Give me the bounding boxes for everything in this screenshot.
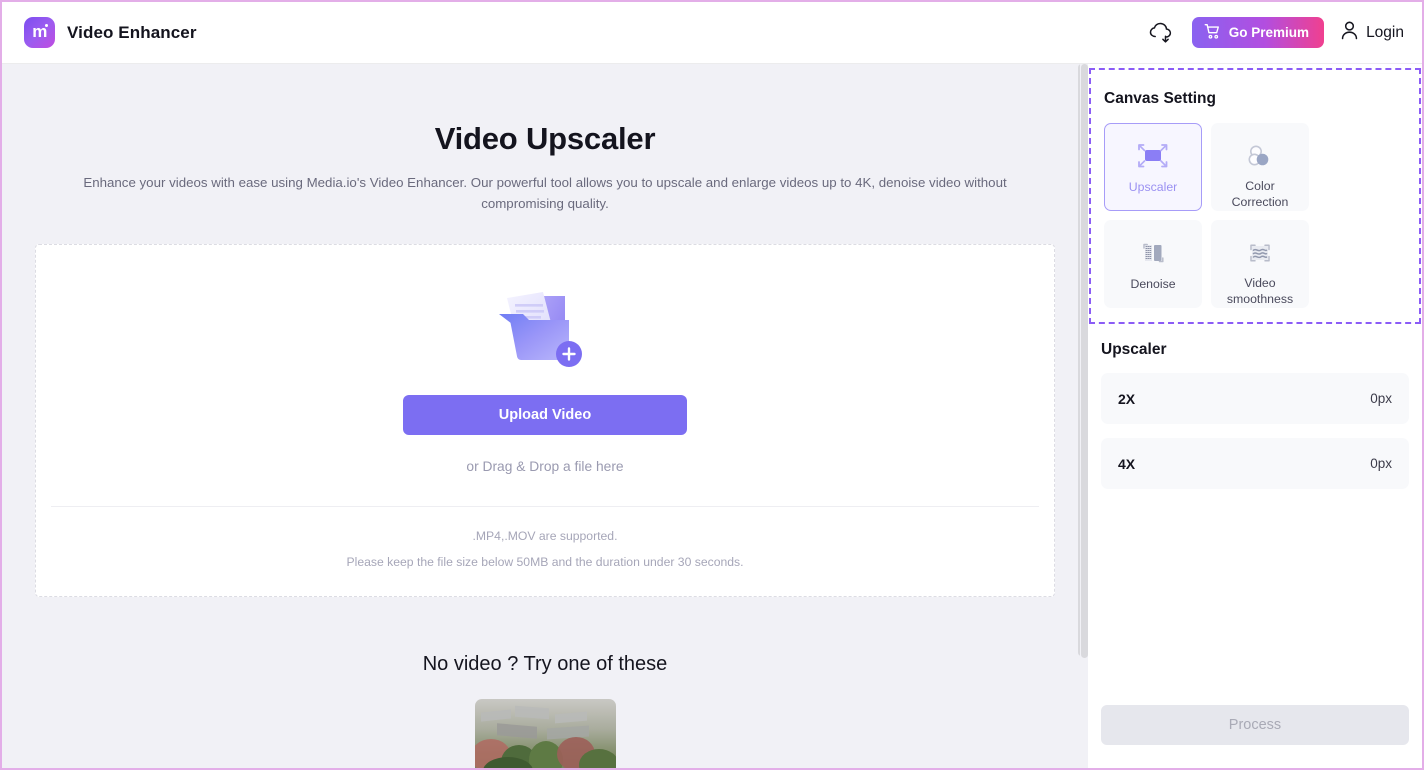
panel-spacer: [1088, 489, 1422, 705]
sample-video-thumbnail-1[interactable]: [474, 699, 616, 768]
login-button[interactable]: Login: [1340, 20, 1404, 45]
canvas-card-label: Denoise: [1130, 277, 1176, 291]
file-limits-text: Please keep the file size below 50MB and…: [346, 555, 744, 570]
canvas-card-label: Color Correction: [1231, 179, 1289, 209]
upscale-expand-icon: [1136, 138, 1170, 174]
upscaler-option-value: 0px: [1370, 456, 1392, 471]
canvas-card-color-correction[interactable]: Color Correction: [1211, 123, 1309, 211]
panel-scrollbar-thumb[interactable]: [1081, 64, 1088, 658]
page-subtitle: Enhance your videos with ease using Medi…: [83, 175, 1007, 211]
color-circles-icon: [1243, 138, 1277, 173]
logo-letter: m: [32, 22, 47, 41]
process-button[interactable]: Process: [1101, 705, 1409, 745]
header-actions: Go Premium Login: [1146, 17, 1404, 48]
brand[interactable]: m Video Enhancer: [24, 17, 197, 48]
canvas-card-video-smoothness[interactable]: Video smoothness: [1211, 220, 1309, 308]
canvas-card-upscaler[interactable]: Upscaler: [1104, 123, 1202, 211]
user-icon: [1340, 20, 1359, 45]
upload-divider: [51, 506, 1039, 508]
canvas-card-label: Upscaler: [1128, 180, 1178, 194]
upscaler-option-value: 0px: [1370, 391, 1392, 406]
app-root: m Video Enhancer Go Premium Login Video …: [2, 2, 1422, 768]
canvas-card-denoise[interactable]: Denoise: [1104, 220, 1202, 308]
upscaler-option-label: 2X: [1118, 390, 1136, 407]
upload-dropzone[interactable]: Upload Video or Drag & Drop a file here …: [35, 244, 1055, 598]
canvas-setting-section: Canvas Setting Upscaler Color Correction…: [1089, 68, 1421, 324]
process-label: Process: [1228, 717, 1282, 733]
settings-panel: Canvas Setting Upscaler Color Correction…: [1080, 64, 1422, 768]
app-body: Video Upscaler Enhance your videos with …: [2, 64, 1422, 768]
panel-scrollbar[interactable]: [1080, 64, 1088, 768]
upscaler-option-2x[interactable]: 2X 0px: [1101, 373, 1409, 424]
drag-drop-text: or Drag & Drop a file here: [466, 459, 624, 475]
canvas-card-label: Video smoothness: [1226, 276, 1294, 306]
cloud-download-icon[interactable]: [1146, 18, 1176, 48]
shopping-cart-icon: [1204, 23, 1221, 43]
main-content: Video Upscaler Enhance your videos with …: [2, 64, 1088, 768]
process-area: Process: [1088, 705, 1422, 768]
upscaler-option-4x[interactable]: 4X 0px: [1101, 438, 1409, 489]
brand-title: Video Enhancer: [67, 22, 197, 42]
upscaler-heading: Upscaler: [1101, 341, 1167, 358]
app-logo-icon: m: [24, 17, 55, 48]
canvas-setting-cards: Upscaler Color Correction Denoise Video …: [1104, 123, 1406, 308]
supported-formats-text: .MP4,.MOV are supported.: [472, 529, 618, 544]
upscaler-option-label: 4X: [1118, 455, 1136, 472]
canvas-setting-heading: Canvas Setting: [1104, 90, 1216, 107]
go-premium-label: Go Premium: [1228, 25, 1310, 40]
samples-title: No video ? Try one of these: [422, 653, 668, 676]
page-title: Video Upscaler: [434, 121, 656, 156]
upload-video-label: Upload Video: [498, 407, 592, 424]
smoothness-waves-icon: [1243, 235, 1277, 270]
folder-upload-icon: [485, 288, 605, 373]
upload-video-button[interactable]: Upload Video: [403, 395, 687, 436]
denoise-panels-icon: [1136, 235, 1170, 271]
samples-row: [35, 699, 1055, 768]
upscaler-section: Upscaler 2X 0px 4X 0px: [1088, 324, 1422, 489]
login-label: Login: [1366, 23, 1404, 41]
logo-dot: [45, 24, 48, 27]
go-premium-button[interactable]: Go Premium: [1191, 17, 1325, 48]
app-header: m Video Enhancer Go Premium Login: [2, 2, 1422, 64]
